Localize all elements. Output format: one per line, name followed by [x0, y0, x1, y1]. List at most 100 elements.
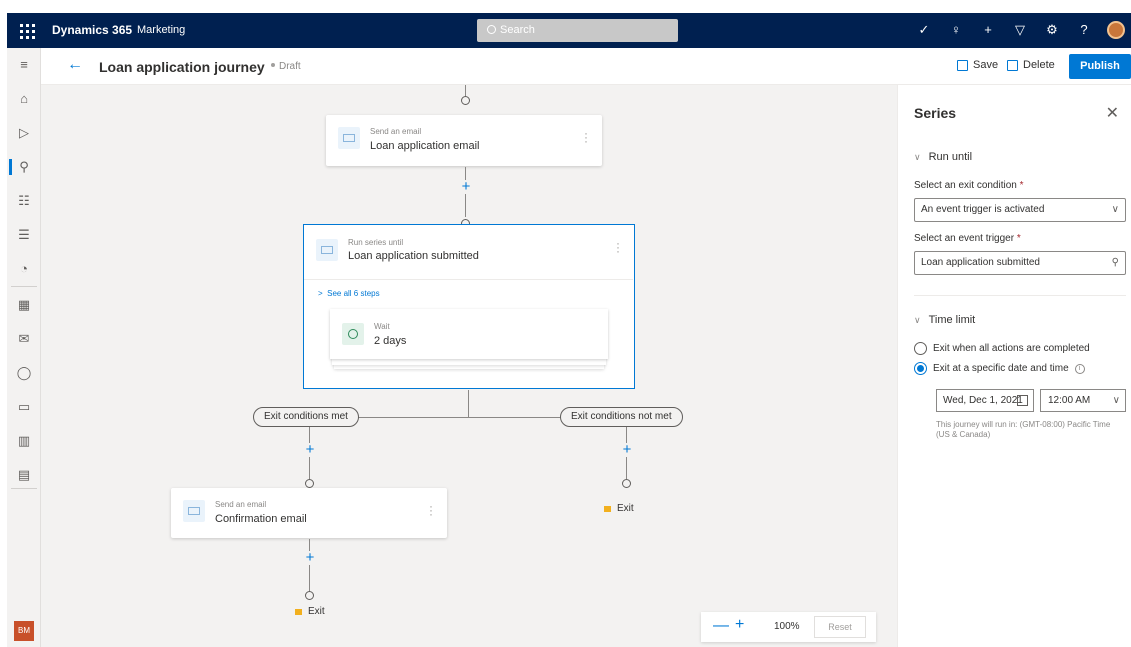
task-icon[interactable]: ✓: [915, 20, 933, 40]
hamburger-icon[interactable]: ≡: [7, 54, 41, 76]
add-step-icon[interactable]: +: [620, 442, 634, 457]
journey-canvas[interactable]: Send an email Loan application email · · ·…: [41, 85, 897, 647]
segments-icon[interactable]: ☷: [7, 190, 41, 212]
forms-icon[interactable]: ☰: [7, 224, 41, 246]
event-trigger-input[interactable]: Loan application submitted ⚲: [914, 251, 1126, 275]
branch-exit-conditions-met[interactable]: Exit conditions met: [253, 407, 359, 427]
card-title: Confirmation email: [215, 513, 307, 525]
divider: [304, 279, 633, 280]
series-container[interactable]: Run series until Loan application submit…: [303, 224, 635, 389]
calendar-icon[interactable]: ▦: [7, 294, 41, 316]
calendar-icon[interactable]: [1017, 395, 1028, 406]
help-icon[interactable]: ?: [1075, 20, 1093, 40]
time-select[interactable]: 12:00 AM ∨: [1040, 389, 1126, 412]
exit-node[interactable]: Exit: [295, 606, 325, 617]
push-icon[interactable]: ◯: [7, 362, 41, 384]
exit-label: Exit: [617, 503, 634, 514]
close-icon[interactable]: ✕: [1106, 103, 1119, 123]
wait-card[interactable]: Wait 2 days: [330, 309, 608, 359]
panel-title: Series: [914, 105, 957, 121]
wait-title: 2 days: [374, 335, 407, 347]
email-icon: [183, 500, 205, 522]
chevron-down-icon: ∨: [914, 151, 921, 162]
zoom-in-button[interactable]: +: [735, 616, 744, 634]
app-window: Dynamics 365 Marketing Search ✓ ♀ + ▽ ⚙ …: [7, 13, 1131, 647]
save-label: Save: [973, 59, 999, 71]
flag-icon: [604, 505, 611, 512]
exit-condition-value: An event trigger is activated: [921, 204, 1045, 215]
delete-button[interactable]: Delete: [1007, 59, 1055, 71]
top-icons: ✓ ♀ + ▽ ⚙ ?: [915, 20, 1125, 40]
plus-icon[interactable]: +: [979, 20, 997, 40]
radio-button[interactable]: [914, 362, 927, 375]
status-dot-icon: [271, 63, 275, 67]
radio-button[interactable]: [914, 342, 927, 355]
save-button[interactable]: Save: [957, 59, 998, 71]
assets-icon[interactable]: ▤: [7, 464, 41, 486]
radio-label: Exit when all actions are completed: [933, 343, 1090, 354]
command-bar: ← Loan application journey Draft Save De…: [41, 48, 1131, 85]
settings-icon[interactable]: ⚙: [1043, 20, 1061, 40]
journeys-icon[interactable]: ⚲: [7, 156, 41, 178]
more-icon[interactable]: · · ·: [429, 500, 433, 520]
timer-icon: [342, 323, 364, 345]
chevron-down-icon: ∨: [1112, 395, 1120, 406]
flag-icon: [295, 608, 302, 615]
add-step-icon[interactable]: +: [459, 179, 473, 194]
home-icon[interactable]: ⌂: [7, 88, 41, 110]
app-module[interactable]: Marketing: [137, 24, 185, 36]
radio-exit-specific-date[interactable]: Exit at a specific date and time i: [914, 362, 1085, 375]
info-icon[interactable]: i: [1074, 363, 1085, 374]
see-all-steps-link[interactable]: > See all 6 steps: [318, 289, 380, 298]
card-subtitle: Send an email: [370, 127, 422, 136]
event-trigger-label-text: Select an event trigger: [914, 233, 1015, 244]
avatar[interactable]: [1107, 21, 1125, 39]
event-trigger-label: Select an event trigger *: [914, 233, 1021, 244]
reset-button[interactable]: Reset: [814, 616, 866, 638]
back-button[interactable]: ←: [67, 57, 83, 73]
email-card[interactable]: Send an email Loan application email · · ·: [326, 115, 602, 166]
status-text: Draft: [279, 61, 301, 72]
user-initials-badge[interactable]: BM: [14, 621, 34, 641]
time-limit-label: Time limit: [928, 314, 976, 326]
app-name[interactable]: Dynamics 365: [52, 23, 132, 37]
more-icon[interactable]: · · ·: [616, 237, 620, 257]
publish-button[interactable]: Publish: [1069, 54, 1131, 79]
series-icon: [316, 239, 338, 261]
connector-node: [305, 591, 314, 600]
app-launcher-icon[interactable]: [17, 21, 37, 41]
zoom-controls: — + 100% Reset: [701, 612, 876, 642]
top-bar: Dynamics 365 Marketing Search ✓ ♀ + ▽ ⚙ …: [7, 13, 1131, 48]
exit-node[interactable]: Exit: [604, 503, 634, 514]
chevron-down-icon: ∨: [914, 314, 921, 325]
zoom-out-button[interactable]: —: [713, 617, 729, 635]
exit-condition-select[interactable]: An event trigger is activated ∨: [914, 198, 1126, 222]
delete-icon: [1007, 59, 1018, 71]
radio-exit-all-actions[interactable]: Exit when all actions are completed: [914, 342, 1090, 355]
lightbulb-icon[interactable]: ♀: [947, 20, 965, 40]
event-trigger-value: Loan application submitted: [921, 257, 1040, 268]
see-all-label: See all 6 steps: [327, 289, 380, 298]
page-title: Loan application journey: [99, 59, 265, 75]
filter-icon[interactable]: ▽: [1011, 20, 1029, 40]
add-step-icon[interactable]: +: [303, 442, 317, 457]
time-limit-section-header[interactable]: ∨ Time limit: [914, 314, 975, 326]
series-subtitle: Run series until: [348, 238, 404, 247]
branch-exit-conditions-not-met[interactable]: Exit conditions not met: [560, 407, 683, 427]
status-badge: Draft: [271, 61, 301, 72]
email-icon[interactable]: ✉: [7, 328, 41, 350]
divider: [914, 295, 1126, 296]
run-until-section-header[interactable]: ∨ Run until: [914, 151, 972, 163]
add-step-icon[interactable]: +: [303, 550, 317, 565]
search-input[interactable]: Search: [477, 19, 678, 42]
library-icon[interactable]: ▥: [7, 430, 41, 452]
play-icon[interactable]: ▷: [7, 122, 41, 144]
email-card[interactable]: Send an email Confirmation email · · ·: [171, 488, 447, 538]
analytics-icon[interactable]: ◔: [7, 258, 41, 280]
search-icon: ⚲: [1111, 257, 1119, 268]
more-icon[interactable]: · · ·: [584, 127, 588, 147]
exit-condition-label: Select an exit condition *: [914, 180, 1024, 191]
sms-icon[interactable]: ▭: [7, 396, 41, 418]
date-picker[interactable]: Wed, Dec 1, 2021: [936, 389, 1034, 412]
exit-condition-label-text: Select an exit condition: [914, 180, 1017, 191]
